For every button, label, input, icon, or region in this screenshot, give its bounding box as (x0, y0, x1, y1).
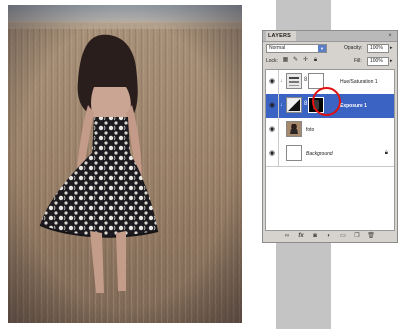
opacity-label: Opacity: (344, 45, 363, 51)
canvas-photo (8, 5, 242, 323)
layer-name[interactable]: Exposure 1 (340, 103, 367, 109)
fill-label: Fill: (354, 58, 362, 64)
eye-visibility-icon[interactable]: ◉ (267, 121, 277, 138)
image-layer-thumbnail[interactable] (286, 121, 302, 137)
blend-mode-value: Normal (269, 45, 286, 51)
delete-layer-icon[interactable]: 🗑︎ (367, 233, 375, 240)
add-mask-icon[interactable]: ◙ (311, 233, 319, 240)
girl-in-field-image (8, 5, 242, 323)
panel-tab-bar: LAYERS × (263, 31, 397, 42)
link-chain-icon[interactable]: 8 (304, 101, 307, 107)
fill-input[interactable]: 100% (367, 57, 389, 66)
layer-name[interactable]: Hue/Saturation 1 (340, 79, 378, 85)
lock-icon: 🔒︎ (384, 150, 388, 156)
lock-image-pixels-icon[interactable]: ✎ (292, 57, 299, 64)
layer-row-foto[interactable]: ◉ foto (266, 118, 394, 143)
blend-mode-select[interactable]: Normal ▼ (266, 44, 327, 53)
panel-footer: ∞ fx ◙ ◐ ▭ ❐ 🗑︎ (263, 232, 397, 242)
background-layer-thumbnail[interactable] (286, 145, 302, 161)
opacity-input[interactable]: 100% (367, 44, 389, 53)
hue-saturation-adjustment-icon[interactable] (286, 73, 302, 89)
new-adjustment-layer-icon[interactable]: ◐ (325, 233, 333, 240)
eye-visibility-icon[interactable]: ◉ (267, 73, 277, 90)
fill-slider-arrow-icon[interactable]: ▸ (390, 58, 393, 64)
layer-name[interactable]: Background (306, 151, 333, 157)
clip-arrow-icon: ↓ (280, 78, 283, 84)
new-group-icon[interactable]: ▭ (339, 233, 347, 240)
lock-position-icon[interactable]: ✛ (302, 57, 309, 64)
fx-icon[interactable]: fx (297, 233, 305, 240)
layer-name[interactable]: foto (306, 127, 314, 133)
panel-menu-icon[interactable]: × (384, 32, 396, 40)
exposure-adjustment-icon[interactable] (286, 97, 302, 113)
clip-arrow-icon: ↓ (280, 102, 283, 108)
highlight-circle (312, 87, 341, 116)
lock-label: Lock: (266, 58, 278, 64)
tab-layers[interactable]: LAYERS (266, 31, 296, 41)
eye-visibility-icon[interactable]: ◉ (267, 145, 277, 162)
link-layers-icon[interactable]: ∞ (283, 233, 291, 240)
new-layer-icon[interactable]: ❐ (353, 233, 361, 240)
lock-all-icon[interactable]: 🔒︎ (312, 57, 319, 64)
chevron-down-icon[interactable]: ▼ (318, 45, 326, 52)
lock-transparent-pixels-icon[interactable]: ▦ (282, 57, 289, 64)
layers-panel: LAYERS × Normal ▼ Opacity: 100% ▸ Lock: … (262, 30, 398, 243)
layer-row-background[interactable]: ◉ Background 🔒︎ (266, 142, 394, 167)
link-chain-icon[interactable]: 8 (304, 77, 307, 83)
eye-visibility-icon[interactable]: ◉ (267, 97, 277, 114)
opacity-slider-arrow-icon[interactable]: ▸ (390, 45, 393, 51)
